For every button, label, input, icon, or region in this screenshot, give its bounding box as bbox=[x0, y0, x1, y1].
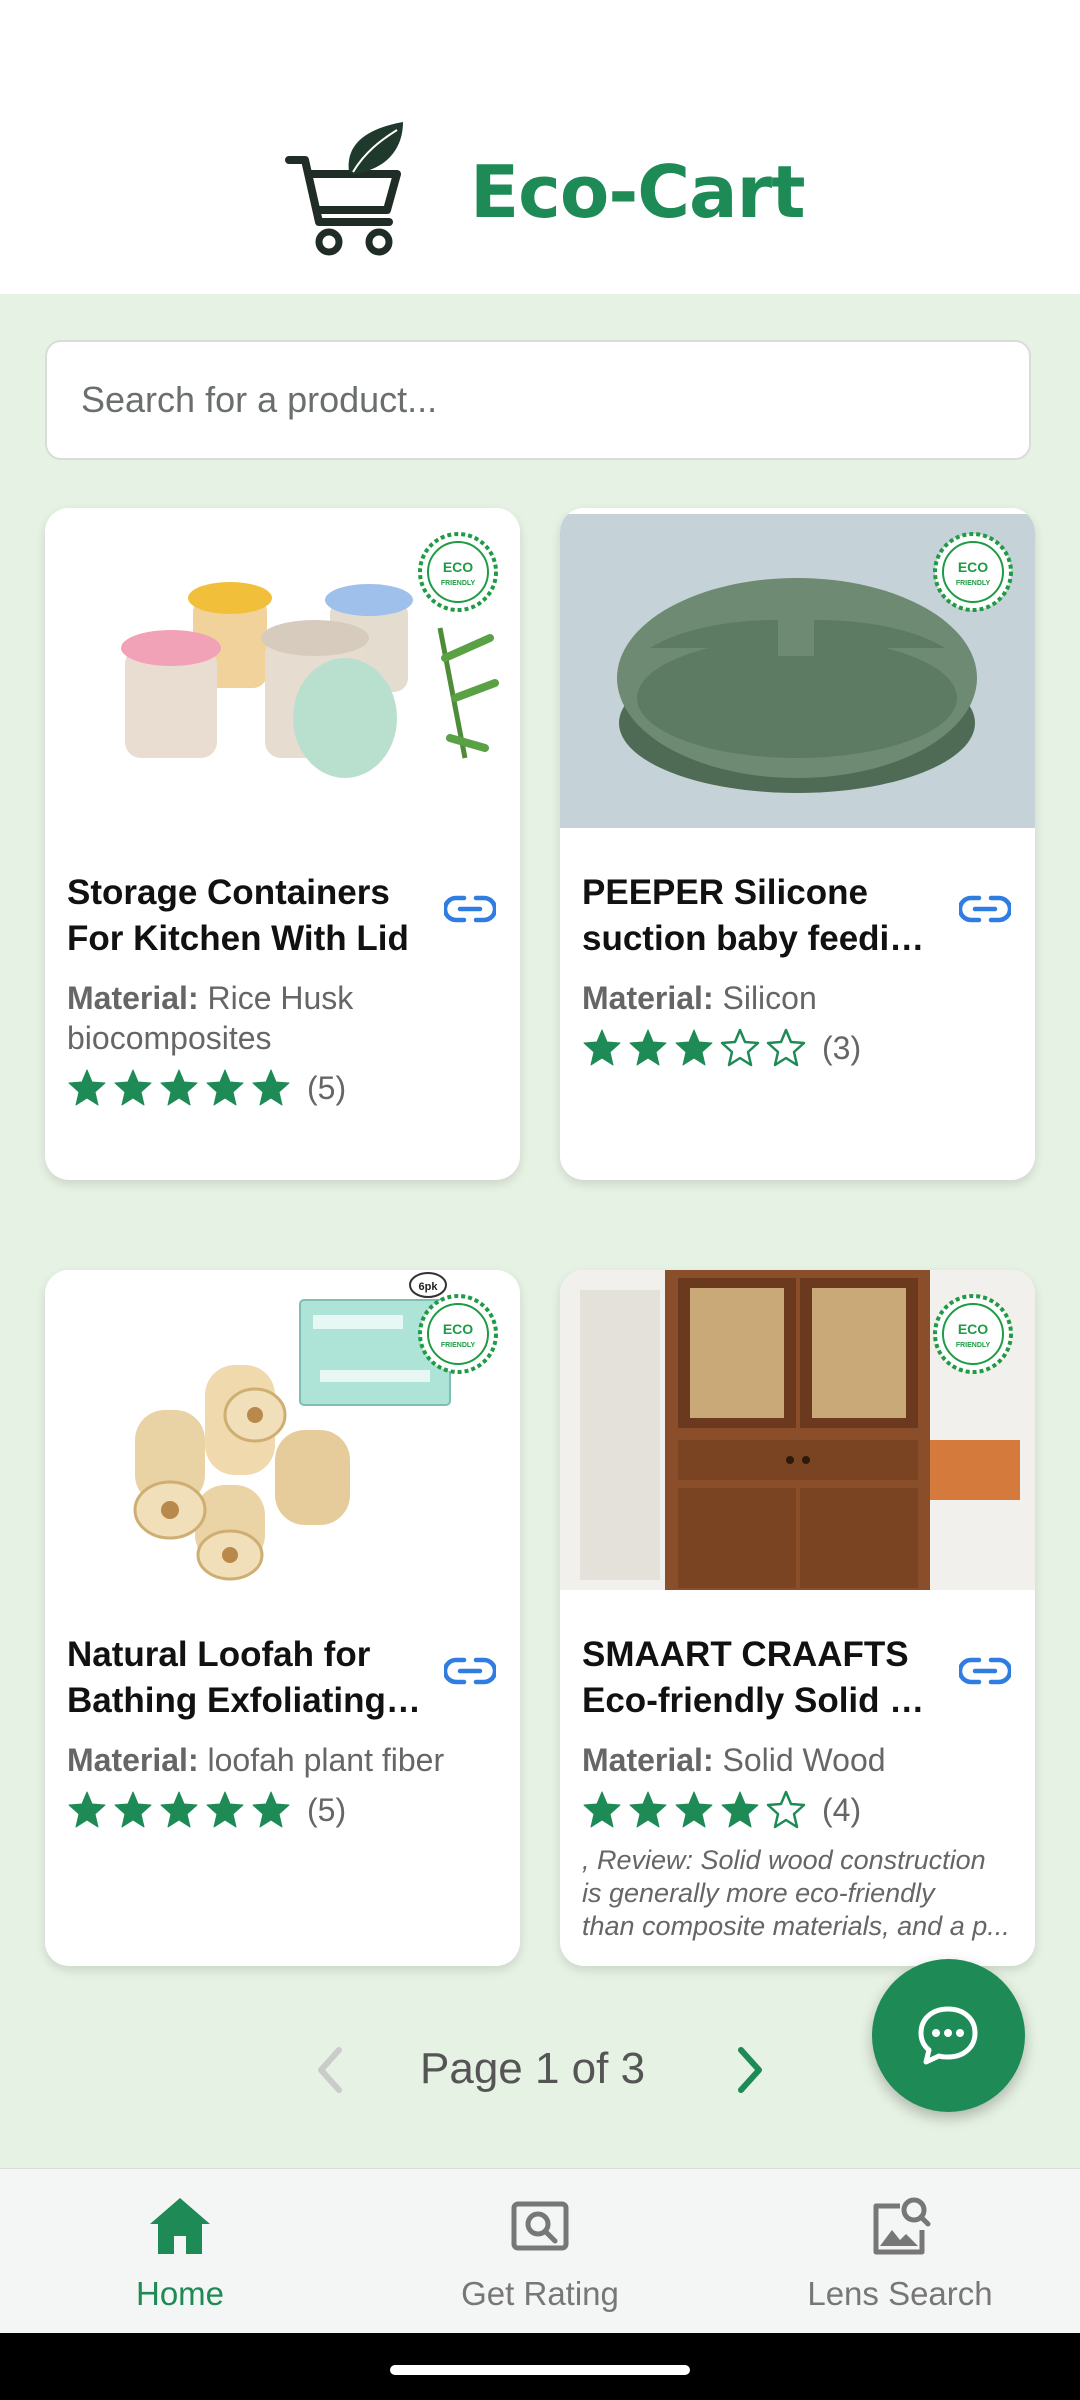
star-filled-icon bbox=[114, 1069, 152, 1106]
star-filled-icon bbox=[675, 1791, 713, 1828]
svg-text:ECO: ECO bbox=[958, 559, 988, 575]
product-material: Material: Rice Husk biocomposites bbox=[67, 978, 487, 1058]
product-review: , Review: Solid wood construction is gen… bbox=[582, 1844, 1012, 1943]
search-bar[interactable] bbox=[45, 340, 1031, 460]
product-material: Material: loofah plant fiber bbox=[67, 1740, 487, 1780]
product-name-line: For Kitchen With Lid bbox=[67, 919, 409, 958]
eco-friendly-badge-icon: ECO FRIENDLY bbox=[418, 1294, 498, 1374]
star-empty-icon bbox=[766, 1028, 806, 1067]
app-title: Eco-Cart bbox=[470, 150, 806, 234]
product-card[interactable]: ECO FRIENDLY Storage Containers For Kitc… bbox=[45, 508, 520, 1180]
material-label: Material: bbox=[582, 980, 714, 1016]
star-filled-icon bbox=[206, 1791, 244, 1828]
product-name-line: SMAART CRAAFTS bbox=[582, 1635, 909, 1674]
svg-text:FRIENDLY: FRIENDLY bbox=[441, 1342, 476, 1349]
star-rating: (4) bbox=[582, 1790, 861, 1830]
star-filled-icon bbox=[629, 1791, 667, 1828]
review-line: is generally more eco-friendly bbox=[582, 1878, 935, 1908]
nav-get-rating[interactable]: Get Rating bbox=[360, 2169, 720, 2334]
star-rating: (5) bbox=[67, 1068, 346, 1108]
material-value: Silicon bbox=[713, 980, 817, 1016]
eco-friendly-badge-icon: ECO FRIENDLY bbox=[933, 532, 1013, 612]
chat-bubble-icon bbox=[918, 2006, 978, 2065]
home-gesture-handle[interactable] bbox=[390, 2365, 690, 2375]
material-value: Rice Husk bbox=[198, 980, 354, 1016]
star-filled-icon bbox=[721, 1791, 759, 1828]
cart-leaf-logo-icon bbox=[285, 122, 403, 256]
rating-count: (3) bbox=[822, 1029, 862, 1066]
product-name-line: Natural Loofah for bbox=[67, 1635, 371, 1674]
link-icon[interactable] bbox=[959, 894, 1011, 924]
svg-text:ECO: ECO bbox=[958, 1321, 988, 1337]
app-header: Eco-Cart bbox=[0, 0, 1080, 294]
product-name[interactable]: Natural Loofah for Bathing Exfoliating S… bbox=[67, 1632, 427, 1724]
bottom-navigation: Home Get Rating Lens Search bbox=[0, 2168, 1080, 2334]
svg-text:ECO: ECO bbox=[443, 559, 473, 575]
svg-text:FRIENDLY: FRIENDLY bbox=[956, 1342, 991, 1349]
product-name-line: Eco-friendly Solid Wood Cabinet bbox=[582, 1681, 942, 1720]
eco-friendly-badge-icon: ECO FRIENDLY bbox=[933, 1294, 1013, 1374]
chat-button[interactable] bbox=[872, 1959, 1025, 2112]
svg-text:FRIENDLY: FRIENDLY bbox=[956, 580, 991, 587]
material-value-cont: biocomposites bbox=[67, 1020, 272, 1056]
product-card[interactable]: ECO FRIENDLY SMAART CRAAFTS Eco-friendly… bbox=[560, 1270, 1035, 1966]
star-filled-icon bbox=[629, 1029, 667, 1066]
material-label: Material: bbox=[582, 1742, 714, 1778]
product-name-line: PEEPER Silicone bbox=[582, 873, 868, 912]
image-search-icon bbox=[511, 2201, 569, 2251]
nav-lens-search[interactable]: Lens Search bbox=[720, 2169, 1080, 2334]
home-icon bbox=[150, 2198, 210, 2254]
rating-count: (5) bbox=[307, 1791, 347, 1828]
review-line: , Review: Solid wood construction bbox=[582, 1845, 986, 1875]
svg-text:FRIENDLY: FRIENDLY bbox=[441, 580, 476, 587]
svg-text:6pk: 6pk bbox=[419, 1281, 439, 1293]
star-empty-icon bbox=[766, 1790, 806, 1829]
star-rating: (3) bbox=[582, 1028, 861, 1068]
link-icon[interactable] bbox=[959, 1656, 1011, 1686]
star-filled-icon bbox=[206, 1069, 244, 1106]
nav-label: Get Rating bbox=[461, 2275, 619, 2312]
review-line: than composite materials, and a p... bbox=[582, 1911, 1010, 1941]
link-icon[interactable] bbox=[444, 1656, 496, 1686]
nav-home[interactable]: Home bbox=[0, 2169, 360, 2334]
eco-friendly-badge-icon: ECO FRIENDLY bbox=[418, 532, 498, 612]
chevron-right-icon[interactable] bbox=[725, 2040, 775, 2100]
star-filled-icon bbox=[68, 1791, 106, 1828]
nav-label: Lens Search bbox=[807, 2275, 993, 2312]
star-filled-icon bbox=[583, 1029, 621, 1066]
page-indicator: Page 1 of 3 bbox=[420, 2044, 646, 2093]
product-name[interactable]: SMAART CRAAFTS Eco-friendly Solid Wood C… bbox=[582, 1632, 942, 1724]
product-name-line: suction baby feeding plate bbox=[582, 919, 942, 958]
product-card[interactable]: 6pk ECO FRIENDLY Natural Loofah for Bath… bbox=[45, 1270, 520, 1966]
star-rating: (5) bbox=[67, 1790, 346, 1830]
material-label: Material: bbox=[67, 1742, 199, 1778]
star-filled-icon bbox=[675, 1029, 713, 1066]
star-filled-icon bbox=[252, 1791, 290, 1828]
nav-label: Home bbox=[135, 2275, 225, 2312]
star-filled-icon bbox=[160, 1069, 198, 1106]
star-filled-icon bbox=[160, 1791, 198, 1828]
rating-count: (5) bbox=[307, 1069, 347, 1106]
product-name[interactable]: Storage Containers For Kitchen With Lid bbox=[67, 870, 427, 962]
material-value: Solid Wood bbox=[713, 1742, 886, 1778]
product-name-line: Bathing Exfoliating Scrubber bbox=[67, 1681, 427, 1720]
product-name[interactable]: PEEPER Silicone suction baby feeding pla… bbox=[582, 870, 942, 962]
star-filled-icon bbox=[252, 1069, 290, 1106]
product-card[interactable]: ECO FRIENDLY PEEPER Silicone suction bab… bbox=[560, 508, 1035, 1180]
lens-search-icon bbox=[873, 2197, 931, 2255]
link-icon[interactable] bbox=[444, 894, 496, 924]
material-value: loofah plant fiber bbox=[198, 1742, 445, 1778]
search-input[interactable] bbox=[79, 378, 997, 422]
chevron-left-icon[interactable] bbox=[305, 2040, 355, 2100]
product-material: Material: Silicon bbox=[582, 978, 1002, 1018]
star-filled-icon bbox=[583, 1791, 621, 1828]
star-filled-icon bbox=[68, 1069, 106, 1106]
product-name-line: Storage Containers bbox=[67, 873, 390, 912]
star-filled-icon bbox=[114, 1791, 152, 1828]
star-empty-icon bbox=[720, 1028, 760, 1067]
rating-count: (4) bbox=[822, 1791, 862, 1828]
material-label: Material: bbox=[67, 980, 199, 1016]
product-material: Material: Solid Wood bbox=[582, 1740, 1002, 1780]
svg-text:ECO: ECO bbox=[443, 1321, 473, 1337]
